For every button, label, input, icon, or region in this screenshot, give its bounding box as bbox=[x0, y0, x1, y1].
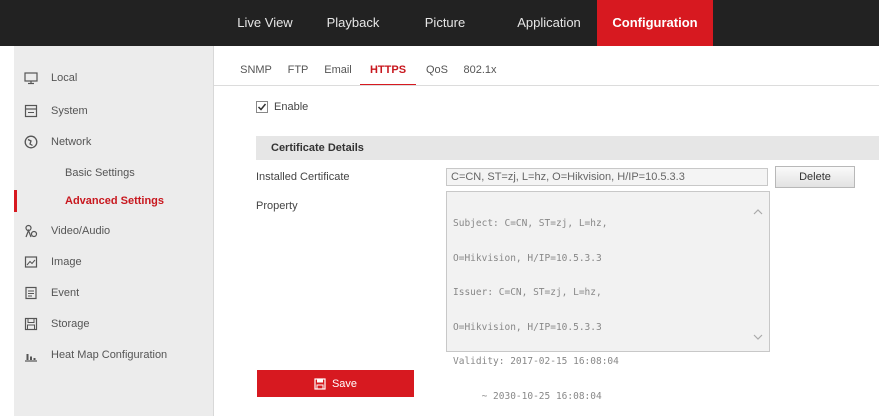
sidebar-item-system[interactable]: System bbox=[14, 100, 214, 122]
storage-icon bbox=[24, 317, 38, 331]
property-line: O=Hikvision, H/IP=10.5.3.3 bbox=[453, 321, 602, 333]
checkbox[interactable] bbox=[256, 101, 268, 113]
scroll-up-icon[interactable] bbox=[752, 206, 764, 218]
nav-configuration[interactable]: Configuration bbox=[597, 0, 713, 46]
property-textarea[interactable]: Subject: C=CN, ST=zj, L=hz, O=Hikvision,… bbox=[446, 191, 770, 402]
property-line: O=Hikvision, H/IP=10.5.3.3 bbox=[453, 252, 602, 264]
nav-picture[interactable]: Picture bbox=[389, 0, 501, 46]
property-label: Property bbox=[256, 200, 298, 212]
sidebar-item-label: Advanced Settings bbox=[65, 195, 165, 207]
floppy-disk-icon bbox=[314, 377, 326, 390]
tab-802-1x[interactable]: 802.1x bbox=[458, 58, 502, 86]
network-advanced-tabs: SNMP FTP Email HTTPS QoS 802.1x bbox=[232, 58, 502, 86]
sidebar-item-video-audio[interactable]: Video/Audio bbox=[14, 220, 214, 242]
sidebar-item-label: Local bbox=[51, 72, 78, 84]
property-line: Issuer: C=CN, ST=zj, L=hz, bbox=[453, 287, 602, 298]
property-line: ~ 2030-10-25 16:08:04 bbox=[453, 390, 602, 402]
scroll-down-icon[interactable] bbox=[752, 331, 764, 343]
sidebar-item-local[interactable]: Local bbox=[14, 67, 214, 89]
sidebar-item-heat-map[interactable]: Heat Map Configuration bbox=[14, 344, 214, 366]
sidebar-item-label: Basic Settings bbox=[65, 167, 135, 179]
sidebar-item-basic-settings[interactable]: Basic Settings bbox=[14, 162, 214, 184]
tab-qos[interactable]: QoS bbox=[416, 58, 458, 86]
sidebar-item-event[interactable]: Event bbox=[14, 282, 214, 304]
property-line: Subject: C=CN, ST=zj, L=hz, bbox=[453, 218, 608, 229]
sidebar: Local System Network Basic Settings Adva… bbox=[14, 46, 214, 416]
installed-certificate-field: C=CN, ST=zj, L=hz, O=Hikvision, H/IP=10.… bbox=[446, 168, 768, 186]
sidebar-item-label: Heat Map Configuration bbox=[51, 349, 168, 361]
enable-label: Enable bbox=[274, 101, 309, 113]
tab-email[interactable]: Email bbox=[316, 58, 360, 86]
section-title: Certificate Details bbox=[256, 136, 879, 160]
sidebar-item-image[interactable]: Image bbox=[14, 251, 214, 273]
heatmap-icon bbox=[24, 348, 38, 362]
sidebar-item-advanced-settings[interactable]: Advanced Settings bbox=[14, 190, 214, 212]
nav-application[interactable]: Application bbox=[501, 0, 597, 46]
sidebar-item-label: Video/Audio bbox=[51, 225, 111, 237]
image-icon bbox=[24, 255, 38, 269]
delete-button[interactable]: Delete bbox=[775, 166, 855, 188]
property-line: Validity: 2017-02-15 16:08:04 bbox=[453, 356, 619, 367]
top-navigation-bar: Live View Playback Picture Application C… bbox=[0, 0, 879, 46]
sidebar-item-label: Network bbox=[51, 136, 92, 148]
monitor-icon bbox=[24, 71, 38, 85]
sidebar-item-label: Image bbox=[51, 256, 82, 268]
tab-https[interactable]: HTTPS bbox=[360, 58, 416, 86]
globe-icon bbox=[24, 135, 38, 149]
tab-snmp[interactable]: SNMP bbox=[232, 58, 280, 86]
sidebar-item-label: Event bbox=[51, 287, 80, 299]
enable-https-checkbox[interactable]: Enable bbox=[256, 101, 308, 113]
installed-certificate-label: Installed Certificate bbox=[256, 171, 350, 183]
tab-ftp[interactable]: FTP bbox=[280, 58, 316, 86]
property-text: Subject: C=CN, ST=zj, L=hz, O=Hikvision,… bbox=[453, 195, 743, 416]
sidebar-item-storage[interactable]: Storage bbox=[14, 313, 214, 335]
nav-playback[interactable]: Playback bbox=[317, 0, 389, 46]
save-label: Save bbox=[331, 377, 358, 390]
system-icon bbox=[24, 104, 38, 118]
video-audio-icon bbox=[24, 224, 38, 238]
nav-live-view[interactable]: Live View bbox=[213, 0, 317, 46]
main-nav: Live View Playback Picture Application C… bbox=[213, 0, 713, 46]
event-icon bbox=[24, 286, 38, 300]
sidebar-item-label: System bbox=[51, 105, 88, 117]
sidebar-item-label: Storage bbox=[51, 318, 90, 330]
checkmark-icon bbox=[257, 103, 267, 111]
sidebar-item-network[interactable]: Network bbox=[14, 131, 214, 153]
tabs-divider bbox=[214, 85, 879, 86]
save-button[interactable]: Save bbox=[257, 370, 414, 397]
